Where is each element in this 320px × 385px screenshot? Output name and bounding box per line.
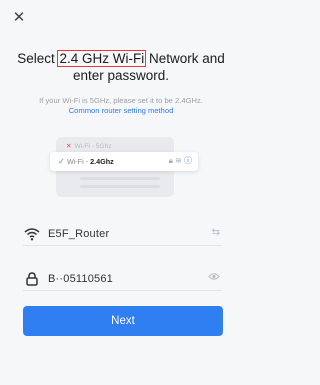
wifi-illustration: ✕ Wi-Fi - 5Ghz ✓ Wi-Fi - 2.4Ghz 🔒︎ ≋ ⓘ <box>50 137 200 207</box>
lock-icon <box>26 272 38 286</box>
lock-small-icon: 🔒︎ <box>168 156 173 165</box>
wifi-icon <box>24 228 40 241</box>
password-value: B··05110561 <box>48 273 113 285</box>
placeholder-line <box>80 177 160 180</box>
switch-arrows-icon[interactable]: ⇆ <box>212 227 220 238</box>
password-field[interactable]: B··05110561 <box>23 270 222 291</box>
illustration-24g-prefix: Wi-Fi - <box>67 157 91 166</box>
page-title: Select 2.4 GHz Wi-Fi Network and enter p… <box>0 50 242 84</box>
illustration-5g-label: Wi-Fi - 5Ghz <box>74 143 112 150</box>
illustration-24g-label: Wi-Fi - 2.4Ghz <box>67 157 114 166</box>
wifi-name-value: E5F_Router <box>48 228 110 240</box>
frequency-note: If your Wi-Fi is 5GHz, please set it to … <box>0 96 242 116</box>
wifi-small-icon: ≋ <box>175 156 182 165</box>
illustration-5g-row: ✕ Wi-Fi - 5Ghz <box>66 142 112 150</box>
eye-icon[interactable] <box>208 272 220 284</box>
next-button[interactable]: Next <box>23 306 223 336</box>
check-icon: ✓ <box>58 157 65 166</box>
placeholder-line <box>80 185 160 188</box>
illustration-placeholder-lines <box>80 177 160 193</box>
info-icon: ⓘ <box>184 156 192 165</box>
title-highlight: 2.4 GHz Wi-Fi <box>57 50 147 67</box>
title-prefix: Select <box>17 51 59 66</box>
close-icon[interactable]: ✕ <box>11 9 27 25</box>
illustration-24g-card: ✓ Wi-Fi - 2.4Ghz 🔒︎ ≋ ⓘ <box>50 152 198 171</box>
illustration-status-icons: 🔒︎ ≋ ⓘ <box>169 155 192 166</box>
illustration-24g-bold: 2.4Ghz <box>90 157 114 166</box>
wifi-name-field[interactable]: E5F_Router ⇆ <box>23 225 222 246</box>
cross-icon: ✕ <box>66 143 72 150</box>
note-text: If your Wi-Fi is 5GHz, please set it to … <box>39 96 203 105</box>
router-setting-link[interactable]: Common router setting method <box>0 106 242 116</box>
